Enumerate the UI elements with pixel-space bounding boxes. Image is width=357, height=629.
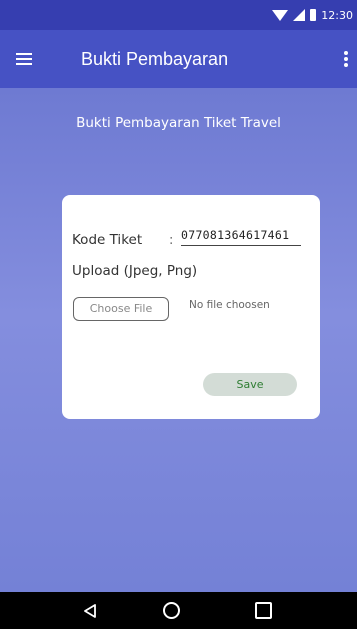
form-subtitle: Bukti Pembayaran Tiket Travel — [76, 115, 281, 131]
menu-icon[interactable] — [16, 53, 32, 65]
back-icon[interactable] — [83, 604, 97, 618]
save-button[interactable]: Save — [203, 373, 297, 396]
app-bar: Bukti Pembayaran — [0, 30, 357, 88]
kode-colon: : — [169, 233, 174, 248]
upload-label: Upload (Jpeg, Png) — [72, 263, 198, 279]
kode-tiket-label: Kode Tiket — [72, 232, 143, 248]
file-status-text: No file choosen — [189, 299, 270, 311]
status-time: 12:30 — [321, 8, 353, 22]
choose-file-button[interactable]: Choose File — [73, 297, 169, 321]
main-content: Bukti Pembayaran Tiket Travel Kode Tiket… — [0, 88, 357, 592]
upload-card: Kode Tiket : 077081364617461 Upload (Jpe… — [62, 195, 320, 419]
page-title: Bukti Pembayaran — [81, 49, 229, 69]
battery-icon — [310, 9, 317, 21]
recent-apps-icon[interactable] — [255, 602, 272, 619]
more-vert-icon[interactable] — [344, 51, 348, 67]
status-icons: 12:30 — [272, 0, 353, 30]
navigation-bar — [0, 592, 357, 629]
home-icon[interactable] — [163, 602, 180, 619]
kode-tiket-field[interactable]: 077081364617461 — [181, 228, 301, 246]
status-bar: 12:30 — [0, 0, 357, 30]
signal-icon — [293, 9, 306, 21]
wifi-icon — [272, 10, 289, 21]
